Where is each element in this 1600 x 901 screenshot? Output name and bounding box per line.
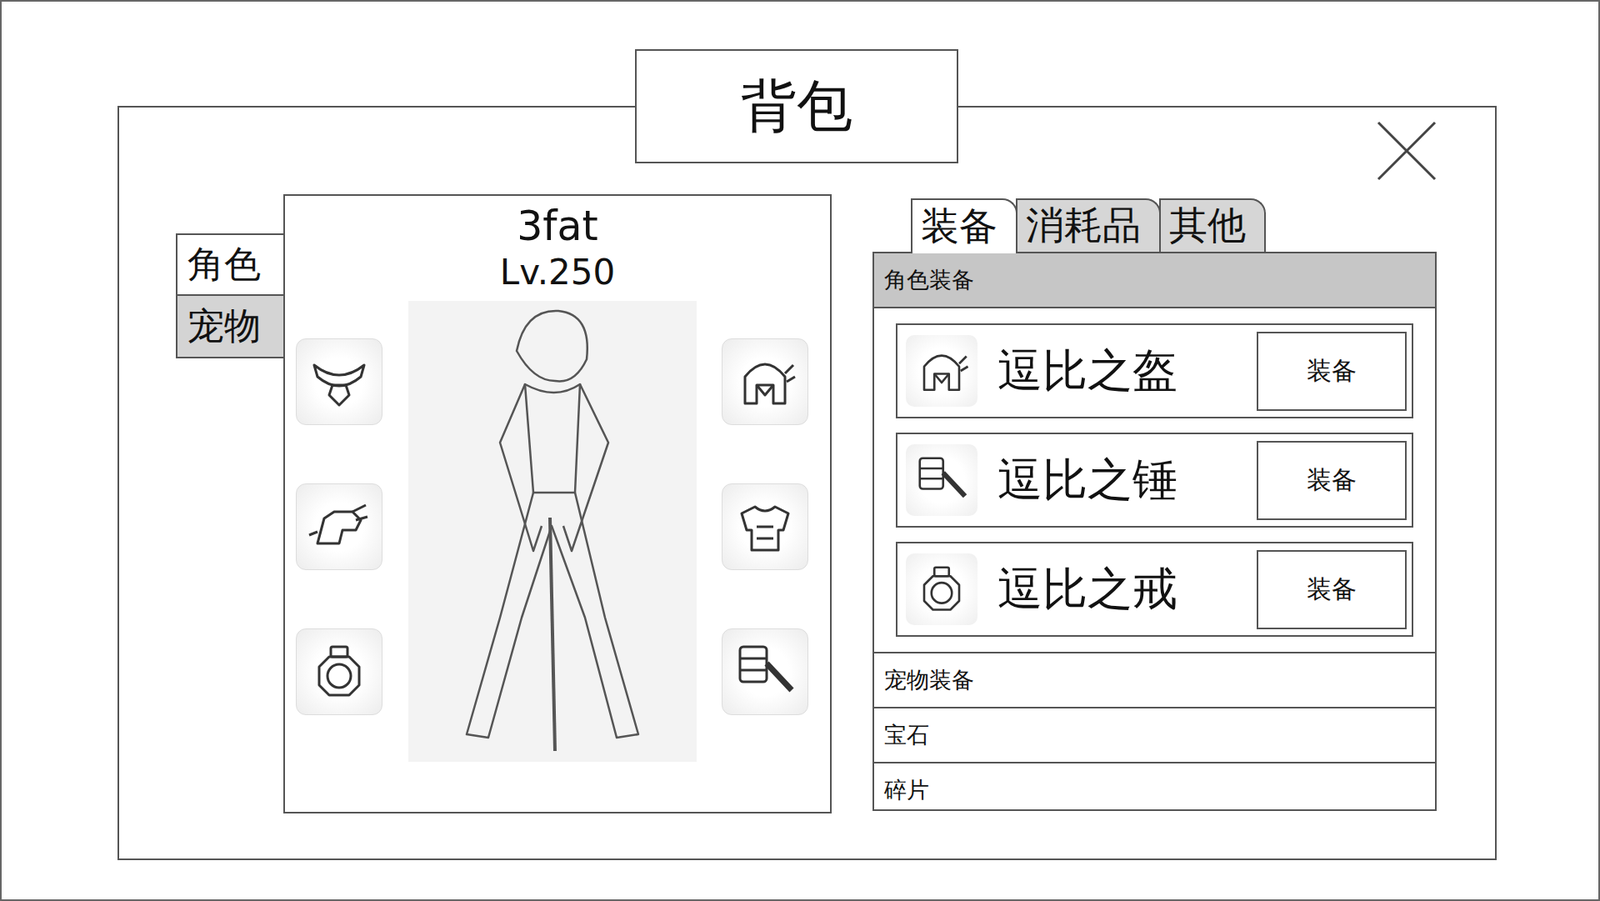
side-tab-label: 宠物 (187, 301, 261, 351)
close-icon[interactable] (1375, 119, 1439, 183)
slot-column (721, 300, 809, 762)
item-icon-box (905, 553, 978, 625)
section-header[interactable]: 角色装备 (874, 253, 1435, 309)
character-body (285, 300, 830, 762)
tab-label: 装备 (920, 200, 998, 253)
ring-icon (912, 560, 971, 619)
side-tab[interactable]: 宠物 (175, 295, 284, 359)
armor-icon (731, 493, 799, 560)
character-panel: 3fatLv.250 (283, 194, 832, 814)
hammer-icon (731, 638, 799, 705)
equipment-slot[interactable] (295, 483, 383, 570)
side-tab-label: 角色 (187, 240, 261, 290)
section-header[interactable]: 宝石 (874, 708, 1435, 764)
side-tab[interactable]: 角色 (175, 233, 284, 296)
inventory-tabs: 装备消耗品其他 (872, 196, 1437, 252)
inventory-column: 装备消耗品其他角色装备逗比之盔装备逗比之锤装备逗比之戒装备宠物装备宝石碎片 (872, 196, 1437, 811)
equipment-slot[interactable] (721, 628, 809, 715)
inventory-list: 角色装备逗比之盔装备逗比之锤装备逗比之戒装备宠物装备宝石碎片 (872, 251, 1437, 811)
inventory-tab[interactable]: 装备 (910, 198, 1018, 254)
item-row: 逗比之盔 装备 (895, 323, 1414, 419)
section-label: 角色装备 (884, 265, 975, 295)
amulet-icon (305, 348, 373, 415)
helmet-icon (912, 341, 971, 400)
section-label: 碎片 (884, 775, 930, 805)
item-name: 逗比之盔 (997, 340, 1178, 402)
slot-column (295, 300, 383, 762)
equipment-slot[interactable] (721, 338, 809, 425)
equip-button[interactable]: 装备 (1256, 550, 1407, 630)
item-name: 逗比之锤 (997, 450, 1178, 511)
item-row: 逗比之戒 装备 (895, 541, 1414, 637)
section-header[interactable]: 宠物装备 (874, 653, 1435, 709)
item-icon-box (905, 335, 978, 407)
equip-button[interactable]: 装备 (1256, 440, 1407, 520)
tab-label: 其他 (1169, 200, 1246, 252)
character-image (408, 300, 697, 762)
hammer-icon (912, 450, 971, 510)
inventory-tab[interactable]: 其他 (1159, 198, 1266, 252)
item-list: 逗比之盔装备逗比之锤装备逗比之戒装备 (874, 308, 1435, 654)
glove-icon (305, 493, 373, 560)
ring-icon (305, 638, 373, 705)
item-icon-box (905, 444, 978, 516)
equipment-slot[interactable] (295, 628, 383, 715)
backpack-panel: 角色宠物3fatLv.250装备消耗品其他角色装备逗比之盔装备逗比之锤装备逗比之… (117, 105, 1497, 860)
section-label: 宠物装备 (884, 665, 975, 695)
character-level: Lv.250 (500, 251, 616, 294)
character-header: 3fatLv.250 (285, 195, 830, 301)
window-title: 背包 (635, 49, 959, 164)
character-name: 3fat (516, 202, 599, 252)
section-header[interactable]: 碎片 (874, 763, 1435, 811)
equipment-slot[interactable] (721, 483, 809, 570)
section-label: 宝石 (884, 720, 930, 750)
item-row: 逗比之锤 装备 (895, 432, 1414, 528)
tab-label: 消耗品 (1025, 200, 1141, 252)
equipment-slot[interactable] (295, 338, 383, 425)
item-name: 逗比之戒 (997, 559, 1178, 620)
helmet-icon (731, 348, 799, 415)
inventory-tab[interactable]: 消耗品 (1015, 198, 1161, 252)
equip-button[interactable]: 装备 (1256, 331, 1407, 411)
side-tabs: 角色宠物 (175, 233, 284, 359)
